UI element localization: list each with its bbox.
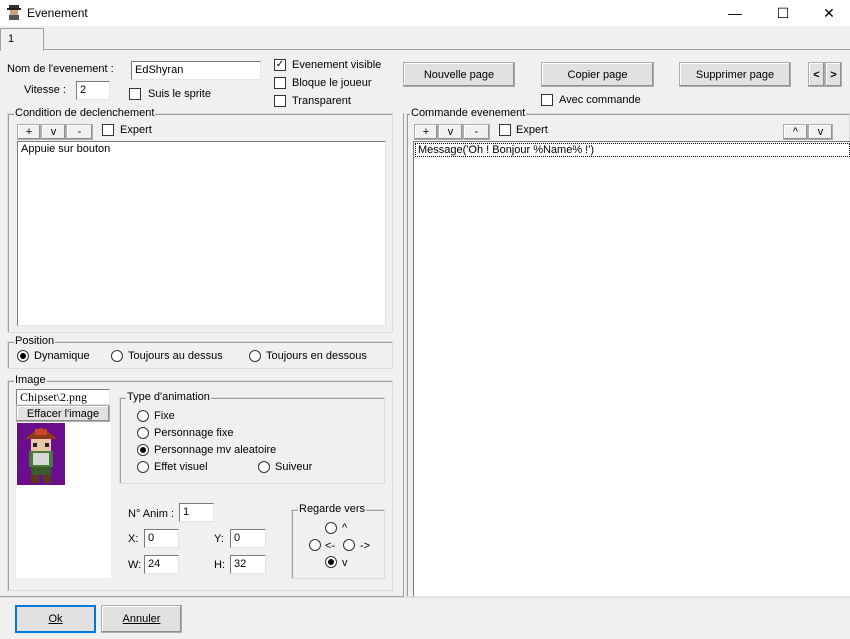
trigger-list[interactable]: Appuie sur bouton bbox=[17, 141, 386, 326]
tab-strip bbox=[0, 26, 850, 50]
anim-perso-mv-label: Personnage mv aleatoire bbox=[154, 444, 277, 456]
image-group-title: Image bbox=[14, 374, 47, 386]
image-file-input[interactable]: Chipset\2.png bbox=[16, 389, 110, 405]
speed-input[interactable]: 2 bbox=[76, 81, 110, 100]
with-command-checkbox[interactable] bbox=[541, 94, 553, 106]
facing-group-title: Regarde vers bbox=[298, 503, 367, 515]
y-input[interactable]: 0 bbox=[230, 529, 266, 548]
facing-up-label: ^ bbox=[342, 522, 348, 534]
sprite-preview-image bbox=[17, 423, 65, 485]
speed-label: Vitesse : bbox=[24, 84, 66, 96]
command-expert-label: Expert bbox=[516, 124, 548, 136]
event-name-label: Nom de l'evenement : bbox=[7, 63, 114, 75]
command-move-up-button[interactable]: ^ bbox=[783, 124, 808, 140]
position-below-label: Toujours en dessous bbox=[266, 350, 367, 362]
trigger-edit-button[interactable]: v bbox=[41, 124, 66, 140]
anim-perso-mv-radio[interactable] bbox=[137, 444, 149, 456]
follow-sprite-label: Suis le sprite bbox=[148, 88, 211, 100]
command-edit-button[interactable]: v bbox=[438, 124, 463, 140]
command-remove-button[interactable]: - bbox=[463, 124, 490, 140]
visible-checkbox[interactable]: ✓ bbox=[274, 59, 286, 71]
checkmark-icon: ✓ bbox=[275, 59, 285, 70]
trigger-group-title: Condition de declenchement bbox=[14, 107, 156, 119]
anim-suiveur-label: Suiveur bbox=[275, 461, 313, 473]
position-group-title: Position bbox=[14, 335, 56, 347]
trigger-add-button[interactable]: + bbox=[17, 124, 41, 140]
follow-sprite-checkbox[interactable] bbox=[129, 88, 141, 100]
command-list[interactable]: Message('Oh ! Bonjour %Name% !') bbox=[413, 141, 850, 597]
clear-image-button[interactable]: Effacer l'image bbox=[16, 405, 110, 422]
maximize-button[interactable]: ☐ bbox=[760, 0, 806, 26]
anim-number-input[interactable]: 1 bbox=[179, 503, 214, 522]
facing-down-radio[interactable] bbox=[325, 556, 337, 568]
anim-effet-radio[interactable] bbox=[137, 461, 149, 473]
pane-separator bbox=[403, 113, 404, 597]
anim-number-label: N° Anim : bbox=[128, 508, 174, 520]
minimize-button[interactable]: — bbox=[712, 0, 758, 26]
prev-page-button[interactable]: < bbox=[808, 62, 825, 87]
transparent-checkbox[interactable] bbox=[274, 95, 286, 107]
blocks-player-checkbox[interactable] bbox=[274, 77, 286, 89]
ok-button[interactable]: Ok bbox=[15, 605, 96, 633]
with-command-label: Avec commande bbox=[559, 94, 641, 106]
delete-page-button[interactable]: Supprimer page bbox=[679, 62, 791, 87]
anim-fixe-label: Fixe bbox=[154, 410, 175, 422]
w-input[interactable]: 24 bbox=[144, 555, 179, 574]
trigger-expert-checkbox[interactable] bbox=[102, 124, 114, 136]
event-name-input[interactable]: EdShyran bbox=[131, 61, 261, 80]
command-expert-checkbox[interactable] bbox=[499, 124, 511, 136]
h-label: H: bbox=[214, 559, 225, 571]
anim-suiveur-radio[interactable] bbox=[258, 461, 270, 473]
anim-perso-fixe-radio[interactable] bbox=[137, 427, 149, 439]
next-page-button[interactable]: > bbox=[825, 62, 842, 87]
w-label: W: bbox=[128, 559, 142, 571]
animation-type-title: Type d'animation bbox=[126, 391, 211, 403]
close-button[interactable]: ✕ bbox=[806, 0, 850, 26]
position-above-label: Toujours au dessus bbox=[128, 350, 223, 362]
x-input[interactable]: 0 bbox=[144, 529, 179, 548]
minimize-icon: — bbox=[728, 5, 742, 21]
command-add-button[interactable]: + bbox=[414, 124, 438, 140]
h-input[interactable]: 32 bbox=[230, 555, 266, 574]
copy-page-button[interactable]: Copier page bbox=[541, 62, 654, 87]
trigger-expert-label: Expert bbox=[120, 124, 152, 136]
trigger-remove-button[interactable]: - bbox=[66, 124, 93, 140]
position-dynamic-label: Dynamique bbox=[34, 350, 90, 362]
anim-effet-label: Effet visuel bbox=[154, 461, 208, 473]
window-title: Evenement bbox=[27, 6, 88, 20]
position-dynamic-radio[interactable] bbox=[17, 350, 29, 362]
cancel-button[interactable]: Annuler bbox=[101, 605, 182, 633]
blocks-player-label: Bloque le joueur bbox=[292, 77, 372, 89]
app-icon bbox=[7, 5, 21, 20]
command-move-down-button[interactable]: v bbox=[808, 124, 833, 140]
facing-down-label: v bbox=[342, 557, 348, 569]
transparent-label: Transparent bbox=[292, 95, 351, 107]
command-group-title: Commande evenement bbox=[410, 107, 527, 119]
facing-up-radio[interactable] bbox=[325, 522, 337, 534]
maximize-icon: ☐ bbox=[776, 4, 790, 21]
tab-page-1[interactable]: 1 bbox=[0, 28, 44, 51]
facing-right-label: -> bbox=[360, 540, 371, 552]
x-label: X: bbox=[128, 533, 139, 545]
facing-left-radio[interactable] bbox=[309, 539, 321, 551]
position-above-radio[interactable] bbox=[111, 350, 123, 362]
position-below-radio[interactable] bbox=[249, 350, 261, 362]
facing-left-label: <- bbox=[325, 540, 336, 552]
anim-fixe-radio[interactable] bbox=[137, 410, 149, 422]
list-item[interactable]: Appuie sur bouton bbox=[18, 142, 385, 156]
y-label: Y: bbox=[214, 533, 224, 545]
facing-right-radio[interactable] bbox=[343, 539, 355, 551]
close-icon: ✕ bbox=[823, 4, 835, 21]
visible-label: Evenement visible bbox=[292, 59, 382, 71]
anim-perso-fixe-label: Personnage fixe bbox=[154, 427, 234, 439]
facing-group bbox=[291, 509, 385, 579]
list-item[interactable]: Message('Oh ! Bonjour %Name% !') bbox=[415, 143, 850, 157]
new-page-button[interactable]: Nouvelle page bbox=[403, 62, 515, 87]
